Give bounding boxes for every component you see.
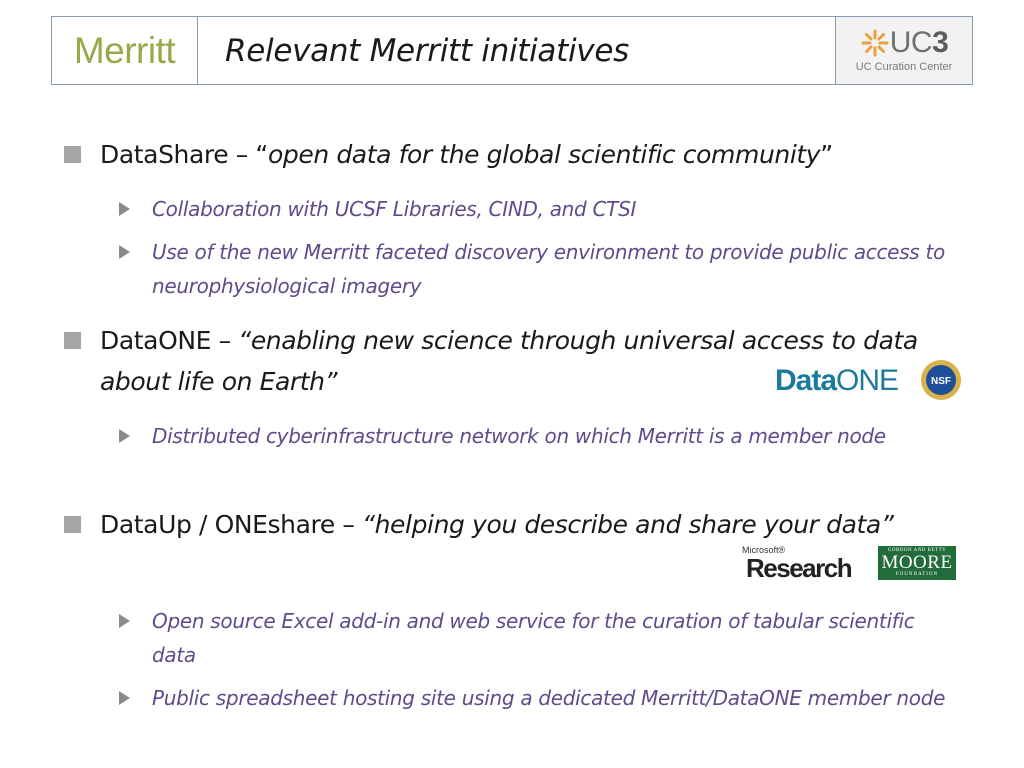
moore-foundation-logo: GORDON AND BETTY MOORE FOUNDATION [878, 546, 956, 580]
sub-bullet: Open source Excel add-in and web service… [152, 609, 915, 667]
nsf-logo-icon: NSF [921, 360, 961, 400]
bullet-quote: open data for the global scientific comm… [267, 140, 821, 169]
triangle-bullet-icon [119, 429, 130, 443]
bullet-dataup: DataUp / ONEshare – “helping you describ… [100, 504, 980, 545]
triangle-bullet-icon [119, 245, 130, 259]
bullet-tail: ” [820, 140, 833, 169]
triangle-bullet-icon [119, 614, 130, 628]
triangle-bullet-icon [119, 691, 130, 705]
square-bullet-icon [64, 516, 81, 533]
bullet-lead: DataUp / ONEshare – [100, 510, 363, 539]
sub-bullet: Collaboration with UCSF Libraries, CIND,… [152, 197, 637, 221]
sub-bullet: Use of the new Merritt faceted discovery… [152, 240, 945, 298]
nsf-logo-text: NSF [931, 376, 951, 387]
square-bullet-icon [64, 332, 81, 349]
sub-bullet: Public spreadsheet hosting site using a … [152, 686, 946, 710]
microsoft-research-logo: Microsoft® Research [742, 545, 853, 583]
slide-body: DataShare – “open data for the global sc… [0, 0, 1024, 768]
bullet-quote: “helping you describe and share your dat… [362, 510, 894, 539]
sub-bullet: Distributed cyberinfrastructure network … [152, 424, 886, 448]
bullet-lead: DataONE – [100, 326, 239, 355]
bullet-datashare: DataShare – “open data for the global sc… [100, 134, 980, 175]
bullet-lead: DataShare – “ [100, 140, 268, 169]
square-bullet-icon [64, 146, 81, 163]
dataone-logo: Data ONE [775, 364, 899, 397]
triangle-bullet-icon [119, 202, 130, 216]
